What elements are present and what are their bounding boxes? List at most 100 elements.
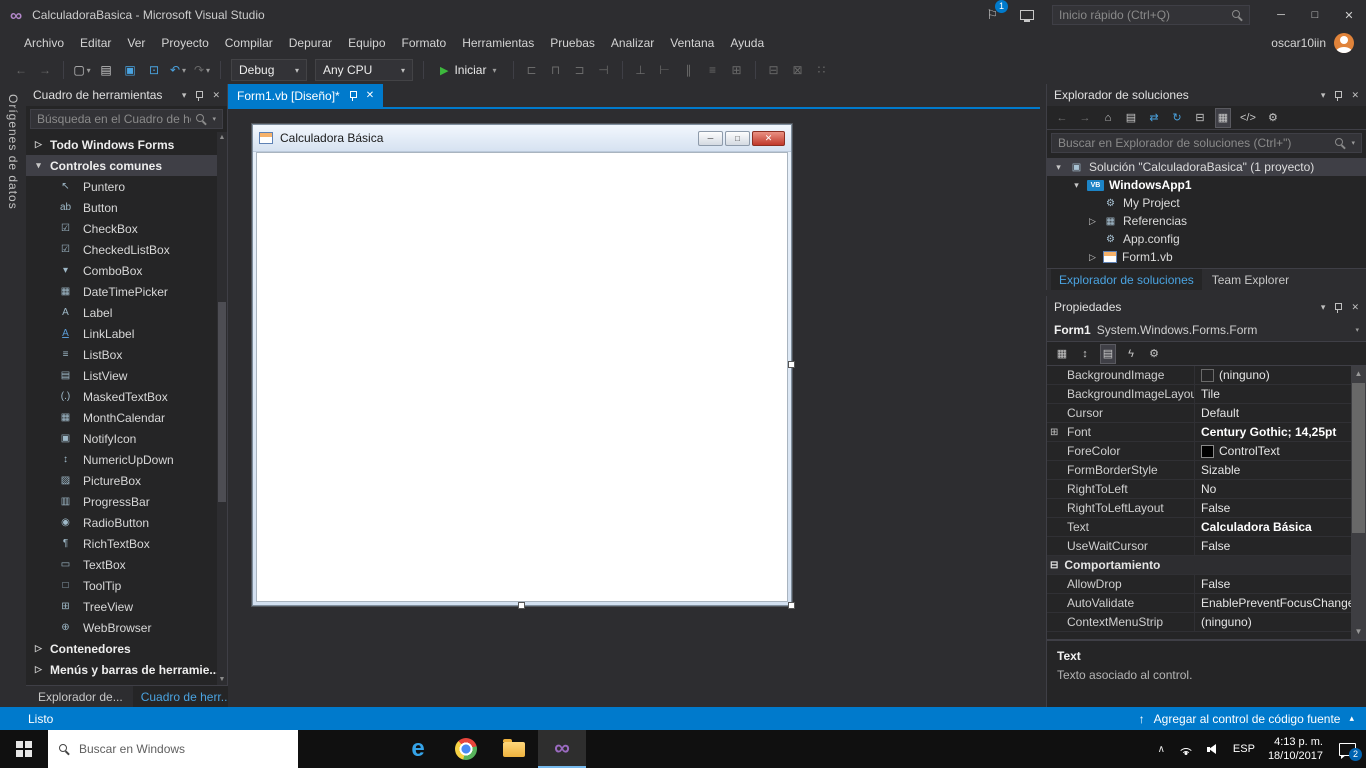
save-all-button[interactable]: ⊡ [143, 59, 165, 81]
chrome-app-icon[interactable] [442, 730, 490, 768]
categorized-icon[interactable]: ▦ [1055, 345, 1069, 363]
make-same-width-button[interactable]: ∥ [678, 59, 700, 81]
property-value[interactable]: (ninguno) [1195, 613, 1351, 631]
toolbox-item-notifyicon[interactable]: ▣ NotifyIcon [26, 428, 227, 449]
maximize-button[interactable]: □ [1298, 0, 1332, 30]
window-position-icon[interactable]: ▾ [1321, 302, 1326, 313]
show-all-files-icon[interactable]: ▦ [1216, 108, 1230, 127]
resize-handle-bottom[interactable] [518, 602, 525, 609]
window-position-icon[interactable]: ▾ [182, 90, 187, 101]
collapsed-arrow-icon[interactable]: ▷ [1087, 216, 1098, 227]
menu-archivo[interactable]: Archivo [16, 30, 72, 56]
visual-studio-app-icon[interactable]: ∞ [538, 730, 586, 768]
form-maximize-button[interactable]: □ [725, 130, 750, 146]
sync-with-active-document-icon[interactable]: ⇄ [1147, 109, 1161, 127]
toolbox-item-richtextbox[interactable]: ¶ RichTextBox [26, 533, 227, 554]
tree-item-my-project[interactable]: ⚙ My Project [1047, 194, 1366, 212]
tab-form1-designer[interactable]: Form1.vb [Diseño]* ✕ [228, 84, 384, 107]
solution-platform-dropdown[interactable]: Any CPU ▾ [315, 59, 413, 81]
property-value[interactable]: Tile [1195, 385, 1351, 403]
toolbox-item-textbox[interactable]: ▭ TextBox [26, 554, 227, 575]
property-row-allowdrop[interactable]: AllowDrop False [1047, 575, 1351, 594]
tab-team-explorer[interactable]: Team Explorer [1204, 269, 1297, 290]
property-row-font[interactable]: ⊞ Font Century Gothic; 14,25pt [1047, 423, 1351, 442]
alphabetical-icon[interactable]: ↕ [1078, 345, 1092, 363]
edge-app-icon[interactable]: e [394, 730, 442, 768]
close-button[interactable]: ✕ [1332, 0, 1366, 30]
tree-item-form1[interactable]: ▷ Form1.vb [1047, 248, 1366, 266]
menu-equipo[interactable]: Equipo [340, 30, 393, 56]
align-centers-button[interactable]: ⊢ [654, 59, 676, 81]
property-pages-icon[interactable]: ⚙ [1147, 345, 1161, 363]
toolbox-search-input[interactable]: Búsqueda en el Cuadro de her ▾ [30, 109, 223, 129]
menu-herramientas[interactable]: Herramientas [454, 30, 542, 56]
toolbox-item-checkedlistbox[interactable]: ☑ CheckedListBox [26, 239, 227, 260]
toolbox-group-menus[interactable]: ▷ Menús y barras de herramie... [26, 659, 227, 680]
undo-button[interactable]: ↶ ▾ [167, 59, 189, 81]
forms-designer-surface[interactable]: Calculadora Básica ─ □ ✕ [228, 111, 1040, 707]
property-value[interactable]: ControlText [1195, 442, 1351, 460]
feedback-icon[interactable] [1020, 10, 1034, 22]
toolbox-item-progressbar[interactable]: ▥ ProgressBar [26, 491, 227, 512]
property-row-cursor[interactable]: Cursor Default [1047, 404, 1351, 423]
properties-view-icon[interactable]: ▤ [1101, 344, 1115, 363]
menu-ver[interactable]: Ver [119, 30, 153, 56]
property-value[interactable]: Sizable [1195, 461, 1351, 479]
tab-solution-explorer[interactable]: Explorador de soluciones [1051, 269, 1202, 290]
pin-icon[interactable] [1334, 90, 1343, 101]
toolbox-item-listbox[interactable]: ≡ ListBox [26, 344, 227, 365]
pin-icon[interactable] [195, 90, 204, 101]
quick-launch-search[interactable]: Inicio rápido (Ctrl+Q) [1052, 5, 1250, 25]
property-row-formborderstyle[interactable]: FormBorderStyle Sizable [1047, 461, 1351, 480]
navigate-forward-button[interactable]: → [34, 59, 56, 81]
window-position-icon[interactable]: ▾ [1321, 90, 1326, 101]
tree-item-references[interactable]: ▷ ▦ Referencias [1047, 212, 1366, 230]
align-rights-button[interactable]: ⊐ [569, 59, 591, 81]
events-icon[interactable]: ϟ [1124, 345, 1138, 363]
toolbox-group-containers[interactable]: ▷ Contenedores [26, 638, 227, 659]
menu-pruebas[interactable]: Pruebas [542, 30, 603, 56]
menu-compilar[interactable]: Compilar [217, 30, 281, 56]
toolbox-item-numericupdown[interactable]: ↕ NumericUpDown [26, 449, 227, 470]
expanded-arrow-icon[interactable]: ▾ [1071, 180, 1082, 191]
account-area[interactable]: oscar10iin [1271, 33, 1354, 53]
toolbox-item-linklabel[interactable]: A LinkLabel [26, 323, 227, 344]
toolbox-item-datetimepicker[interactable]: ▦ DateTimePicker [26, 281, 227, 302]
toolbox-item-radiobutton[interactable]: ◉ RadioButton [26, 512, 227, 533]
navigate-back-button[interactable]: ← [10, 59, 32, 81]
new-project-button[interactable]: ▢ ▾ [71, 59, 93, 81]
tree-item-solution[interactable]: ▾ ▣ Solución "CalculadoraBasica" (1 proy… [1047, 158, 1366, 176]
avatar[interactable] [1334, 33, 1354, 53]
tree-item-project[interactable]: ▾ VB WindowsApp1 [1047, 176, 1366, 194]
property-value[interactable]: False [1195, 499, 1351, 517]
windows-search-input[interactable]: Buscar en Windows [48, 730, 298, 768]
horizontal-spacing-button[interactable]: ⊞ [726, 59, 748, 81]
menu-analizar[interactable]: Analizar [603, 30, 662, 56]
view-code-icon[interactable]: </> [1239, 109, 1257, 127]
resize-handle-right[interactable] [788, 361, 795, 368]
scrollbar-thumb[interactable] [218, 302, 226, 502]
file-explorer-app-icon[interactable] [490, 730, 538, 768]
scroll-down-icon[interactable]: ▼ [219, 676, 226, 683]
property-row-backgroundimagelayout[interactable]: BackgroundImageLayout Tile [1047, 385, 1351, 404]
open-file-button[interactable]: ▤ [95, 59, 117, 81]
close-icon[interactable]: ✕ [366, 90, 374, 101]
send-to-back-button[interactable]: ∷ [811, 59, 833, 81]
align-tops-button[interactable]: ⊓ [545, 59, 567, 81]
menu-formato[interactable]: Formato [394, 30, 455, 56]
property-row-forecolor[interactable]: ForeColor ControlText [1047, 442, 1351, 461]
property-row-righttoleftlayout[interactable]: RightToLeftLayout False [1047, 499, 1351, 518]
property-value[interactable]: No [1195, 480, 1351, 498]
close-icon[interactable]: ✕ [212, 90, 220, 101]
back-icon[interactable]: ← [1055, 109, 1069, 127]
properties-icon[interactable]: ⚙ [1266, 109, 1280, 127]
resize-handle-corner[interactable] [788, 602, 795, 609]
bring-to-front-button[interactable]: ⊠ [787, 59, 809, 81]
menu-proyecto[interactable]: Proyecto [153, 30, 216, 56]
toolbox-item-puntero[interactable]: ↖ Puntero [26, 176, 227, 197]
menu-ayuda[interactable]: Ayuda [722, 30, 772, 56]
solution-explorer-search-input[interactable]: Buscar en Explorador de soluciones (Ctrl… [1051, 133, 1362, 153]
save-button[interactable]: ▣ [119, 59, 141, 81]
property-value[interactable]: Calculadora Básica [1195, 518, 1351, 536]
home-icon[interactable]: ⌂ [1101, 109, 1115, 127]
